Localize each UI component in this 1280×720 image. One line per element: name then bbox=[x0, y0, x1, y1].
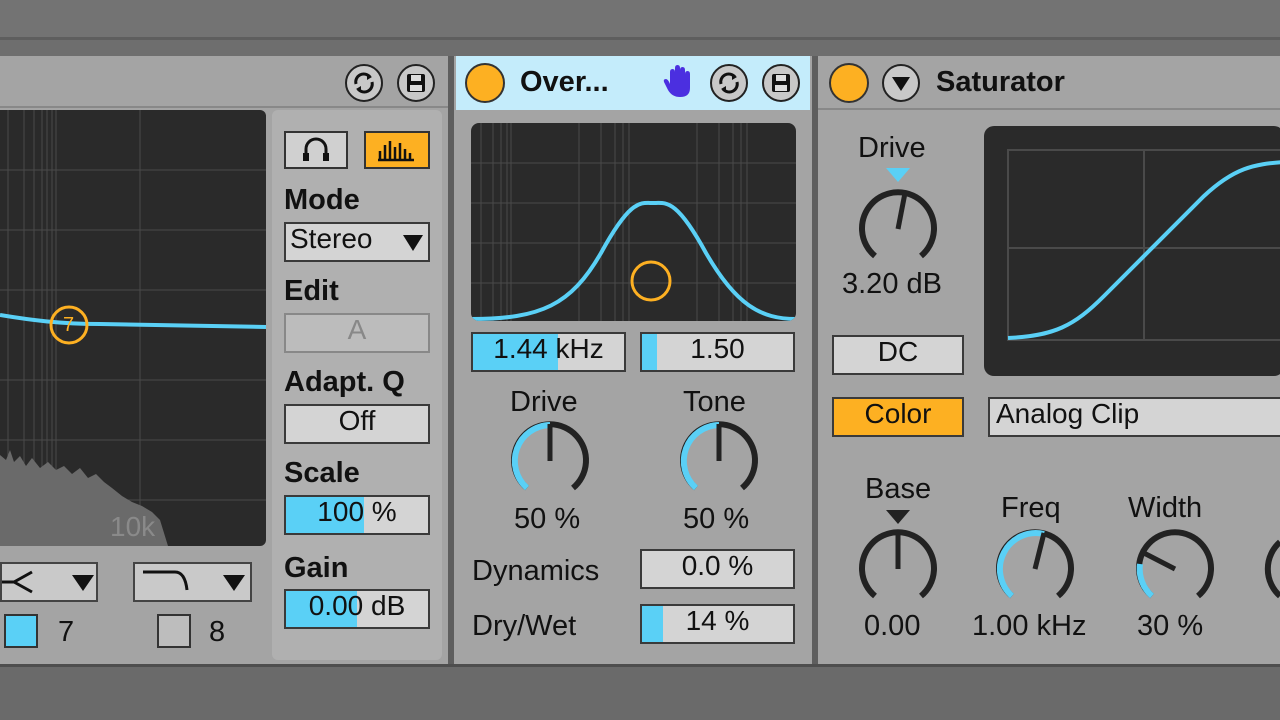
overdrive-hot-swap-button[interactable] bbox=[710, 64, 748, 102]
overdrive-header[interactable] bbox=[456, 56, 810, 110]
saturator-drive-knob[interactable] bbox=[853, 184, 943, 274]
overdrive-drywet-value: 14 % bbox=[685, 605, 750, 636]
saturator-width-value: 30 % bbox=[1137, 610, 1204, 642]
eq-adaptq-value: Off bbox=[338, 405, 376, 436]
hot-swap-icon bbox=[354, 72, 374, 94]
eq-edit-value: A bbox=[347, 314, 367, 345]
save-icon bbox=[772, 74, 790, 92]
overdrive-dynamics-label: Dynamics bbox=[472, 555, 600, 587]
saturator-title: Saturator bbox=[936, 66, 1065, 98]
eq-adaptq-label: Adapt. Q bbox=[284, 366, 405, 398]
eq-audition-button[interactable] bbox=[284, 131, 348, 169]
eq-mode-select[interactable]: Stereo bbox=[284, 222, 430, 262]
eq-filter-select-left[interactable] bbox=[0, 562, 98, 602]
saturator-partial-knob[interactable] bbox=[1262, 524, 1280, 614]
eq-edit-label: Edit bbox=[284, 275, 339, 307]
saturator-curve-display bbox=[984, 126, 1280, 376]
eq-mode-label: Mode bbox=[284, 184, 360, 216]
eq-gain-label: Gain bbox=[284, 552, 349, 584]
eq-band8-toggle[interactable] bbox=[157, 614, 191, 648]
saturator-curve-type-value: Analog Clip bbox=[996, 398, 1140, 429]
bottom-bar bbox=[0, 664, 1280, 720]
eq-save-button[interactable] bbox=[397, 64, 435, 102]
eq-band7-toggle[interactable] bbox=[4, 614, 38, 648]
hot-swap-icon bbox=[719, 72, 739, 94]
saturator-color-button[interactable]: Color bbox=[832, 397, 964, 437]
saturator-drive-value: 3.20 dB bbox=[842, 268, 942, 300]
saturator-dc-label: DC bbox=[877, 336, 919, 367]
eq-band-point-label: 7 bbox=[63, 314, 75, 336]
eq-scale-value: 100 % bbox=[317, 496, 397, 527]
eq-adaptq-toggle[interactable]: Off bbox=[284, 404, 430, 444]
overdrive-tone-knob[interactable] bbox=[674, 416, 764, 506]
dropdown-arrow-icon bbox=[892, 77, 910, 91]
eq-filter-select-right[interactable] bbox=[133, 562, 252, 602]
saturator-curve-type-select[interactable]: Analog Clip bbox=[988, 397, 1280, 437]
saturator-expand-button[interactable] bbox=[882, 64, 920, 102]
overdrive-dynamics-value: 0.0 % bbox=[681, 550, 754, 581]
eq-gain-slider[interactable]: 0.00 dB bbox=[284, 589, 430, 629]
overdrive-freq-slider[interactable]: 1.44 kHz bbox=[471, 332, 626, 372]
overdrive-tone-label: Tone bbox=[683, 386, 746, 418]
eq-band8-number: 8 bbox=[209, 616, 226, 648]
saturator-freq-label: Freq bbox=[1001, 492, 1061, 524]
saturator-width-knob[interactable] bbox=[1130, 524, 1220, 614]
overdrive-drywet-slider[interactable]: 14 % bbox=[640, 604, 795, 644]
overdrive-drive-label: Drive bbox=[510, 386, 578, 418]
saturator-freq-value: 1.00 kHz bbox=[972, 610, 1087, 642]
saturator-base-marker-icon bbox=[886, 510, 910, 524]
hand-icon[interactable] bbox=[662, 62, 696, 100]
spectrum-icon bbox=[378, 141, 414, 162]
top-bar bbox=[0, 0, 1280, 40]
saturator-dc-button[interactable]: DC bbox=[832, 335, 964, 375]
overdrive-width-slider[interactable]: 1.50 bbox=[640, 332, 795, 372]
saturator-color-label: Color bbox=[864, 398, 932, 429]
saturator-power-button[interactable] bbox=[829, 63, 869, 103]
chevron-down-icon bbox=[72, 575, 94, 591]
saturator-base-label: Base bbox=[865, 473, 932, 505]
lowpass-filter-icon bbox=[143, 570, 189, 591]
chevron-down-icon bbox=[223, 575, 245, 591]
eq-spectrum-button[interactable] bbox=[364, 131, 430, 169]
saturator-drive-label: Drive bbox=[858, 132, 926, 164]
overdrive-save-button[interactable] bbox=[762, 64, 800, 102]
bell-filter-icon bbox=[2, 570, 33, 594]
saturator-width-label: Width bbox=[1128, 492, 1203, 524]
eq-hot-swap-button[interactable] bbox=[345, 64, 383, 102]
eq-scale-label: Scale bbox=[284, 457, 360, 489]
chevron-down-icon bbox=[403, 235, 423, 251]
overdrive-drywet-label: Dry/Wet bbox=[472, 610, 577, 642]
headphone-icon bbox=[303, 137, 329, 161]
overdrive-drive-knob[interactable] bbox=[505, 416, 595, 506]
overdrive-dynamics-slider[interactable]: 0.0 % bbox=[640, 549, 795, 589]
overdrive-filter-display[interactable] bbox=[471, 123, 796, 321]
saturator-base-value: 0.00 bbox=[864, 610, 921, 642]
saturator-drive-marker-icon bbox=[886, 168, 910, 182]
overdrive-drive-value: 50 % bbox=[514, 503, 581, 535]
overdrive-power-button[interactable] bbox=[465, 63, 505, 103]
overdrive-title: Over... bbox=[520, 66, 609, 98]
saturator-base-knob[interactable] bbox=[853, 524, 943, 614]
overdrive-tone-value: 50 % bbox=[683, 503, 750, 535]
eq-gain-value: 0.00 dB bbox=[308, 590, 406, 621]
eq-display[interactable]: 7 10k bbox=[0, 110, 266, 546]
overdrive-width-value: 1.50 bbox=[690, 333, 745, 364]
eq-band7-number: 7 bbox=[58, 616, 75, 648]
save-icon bbox=[407, 74, 425, 92]
eq-freq-tick-label: 10k bbox=[110, 511, 156, 542]
saturator-freq-knob[interactable] bbox=[990, 524, 1080, 614]
eq-edit-button[interactable]: A bbox=[284, 313, 430, 353]
eq-scale-slider[interactable]: 100 % bbox=[284, 495, 430, 535]
overdrive-freq-value: 1.44 kHz bbox=[493, 333, 604, 364]
